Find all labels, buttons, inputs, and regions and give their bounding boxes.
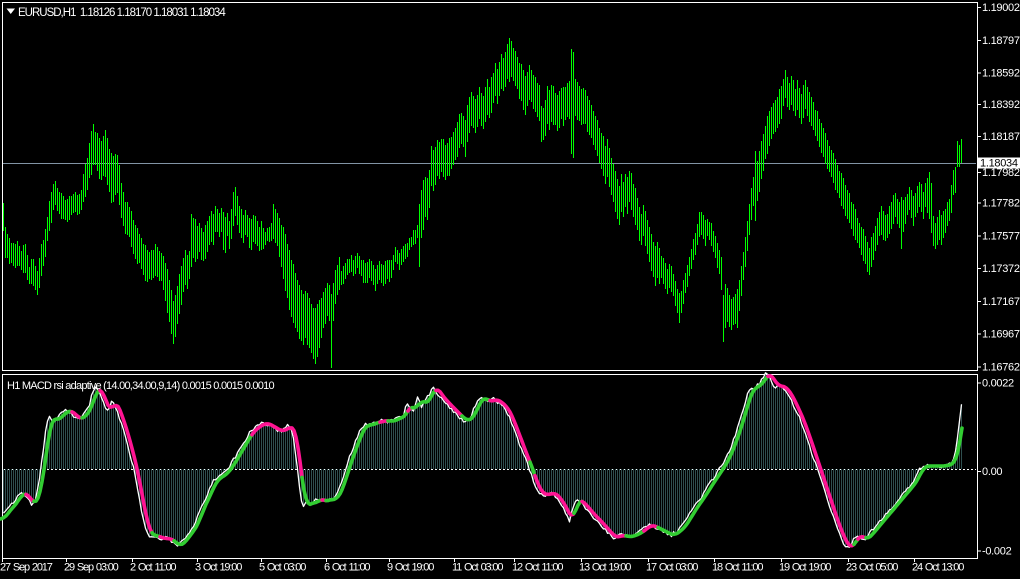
svg-text:3 Oct 19:00: 3 Oct 19:00: [195, 562, 242, 574]
svg-text:12 Oct 11:00: 12 Oct 11:00: [512, 562, 563, 574]
svg-text:1.16967: 1.16967: [982, 329, 1020, 341]
svg-text:1.19002: 1.19002: [982, 2, 1020, 14]
svg-text:1.18797: 1.18797: [982, 35, 1020, 47]
svg-text:23 Oct 05:00: 23 Oct 05:00: [846, 562, 898, 574]
svg-text:17 Oct 03:00: 17 Oct 03:00: [646, 562, 698, 574]
svg-text:13 Oct 19:00: 13 Oct 19:00: [579, 562, 631, 574]
svg-text:1.17167: 1.17167: [982, 296, 1020, 308]
svg-text:0.0022: 0.0022: [982, 378, 1014, 390]
svg-text:29 Sep 03:00: 29 Sep 03:00: [64, 562, 119, 574]
svg-text:0.00: 0.00: [982, 466, 1002, 478]
svg-text:1.18592: 1.18592: [982, 68, 1020, 80]
svg-text:2 Oct 11:00: 2 Oct 11:00: [130, 562, 176, 574]
svg-text:24 Oct 13:00: 24 Oct 13:00: [912, 562, 964, 574]
svg-text:1.18392: 1.18392: [982, 99, 1020, 111]
svg-text:5 Oct 03:00: 5 Oct 03:00: [259, 562, 306, 574]
svg-text:EURUSD,H1 1.18126 1.18170 1.1: EURUSD,H1 1.18126 1.18170 1.18031 1.1803…: [18, 7, 226, 19]
svg-text:1.17577: 1.17577: [982, 230, 1020, 242]
svg-text:27 Sep 2017: 27 Sep 2017: [0, 562, 53, 574]
svg-text:18 Oct 11:00: 18 Oct 11:00: [712, 562, 763, 574]
svg-text:9 Oct 19:00: 9 Oct 19:00: [387, 562, 434, 574]
svg-text:1.18187: 1.18187: [982, 131, 1020, 143]
svg-text:1.16762: 1.16762: [982, 362, 1020, 374]
svg-text:6 Oct 11:00: 6 Oct 11:00: [324, 562, 370, 574]
svg-text:11 Oct 03:00: 11 Oct 03:00: [452, 562, 503, 574]
svg-text:19 Oct 19:00: 19 Oct 19:00: [779, 562, 831, 574]
svg-text:H1 MACD rsi adaptive (14.00,34: H1 MACD rsi adaptive (14.00,34.00,9,14) …: [7, 380, 275, 392]
svg-text:1.18034: 1.18034: [980, 158, 1018, 170]
svg-text:-0.002: -0.002: [982, 546, 1012, 558]
svg-text:1.17782: 1.17782: [982, 198, 1020, 210]
svg-text:1.17372: 1.17372: [982, 263, 1020, 275]
